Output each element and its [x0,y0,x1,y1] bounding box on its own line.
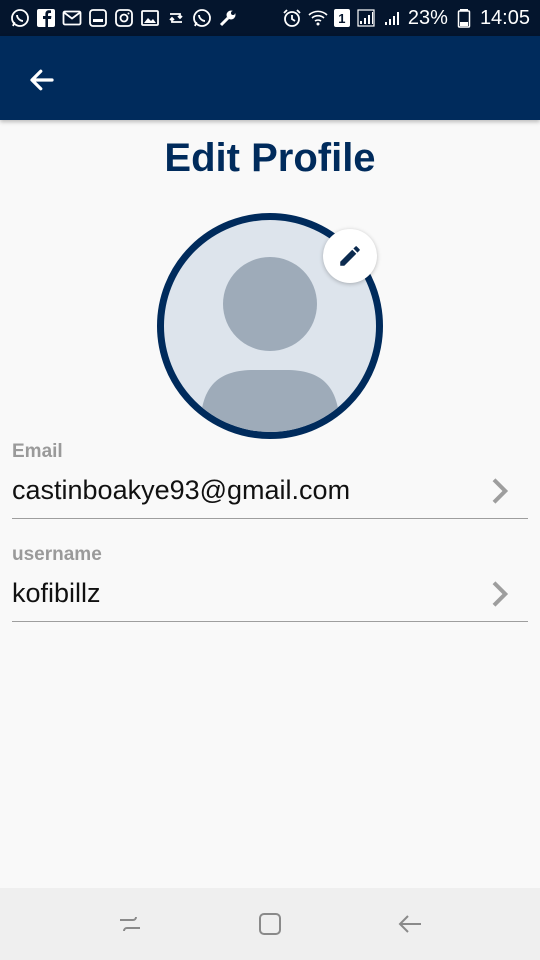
username-label: username [12,544,102,565]
email-label: Email [12,441,63,462]
recent-apps-icon [120,916,140,932]
sim-number: 1 [338,10,346,26]
home-button[interactable] [246,900,294,948]
gallery-icon [140,8,160,28]
clock: 14:05 [479,6,530,29]
whatsapp-icon [192,8,212,28]
chevron-right-icon [484,579,514,609]
wrench-icon [218,8,238,28]
recent-apps-button[interactable] [106,900,154,948]
status-bar: 1 23% 14:05 [0,0,540,36]
message-icon [88,8,108,28]
back-button[interactable] [22,60,62,100]
email-value: castinboakye93@gmail.com [12,475,351,505]
email-field: Email castinboakye93@gmail.com [12,441,528,519]
battery-icon [454,8,474,28]
username-value: kofibillz [12,578,101,608]
signal-icon [356,8,376,28]
wifi-icon [308,8,328,28]
home-icon [259,913,281,935]
retweet-icon [166,8,186,28]
sim-icon: 1 [333,9,350,27]
back-icon [398,915,421,933]
battery-percent: 23% [407,6,448,29]
email-row[interactable]: castinboakye93@gmail.com [12,463,528,519]
page-title: Edit Profile [164,136,376,180]
facebook-icon [36,8,56,28]
notification-icons [10,8,238,28]
instagram-icon [114,8,134,28]
edit-avatar-button[interactable] [323,229,377,283]
avatar-container [157,213,383,439]
signal-icon [382,8,402,28]
app-bar [0,36,540,120]
gmail-icon [62,8,82,28]
whatsapp-icon [10,8,30,28]
nav-back-button[interactable] [386,900,434,948]
system-icons: 1 23% 14:05 [282,7,530,30]
alarm-icon [282,8,302,28]
username-field: username kofibillz [12,544,528,622]
arrow-left-icon [30,69,54,91]
username-row[interactable]: kofibillz [12,566,528,622]
chevron-right-icon [484,476,514,506]
pencil-icon [340,246,360,266]
system-nav-bar [0,888,540,960]
